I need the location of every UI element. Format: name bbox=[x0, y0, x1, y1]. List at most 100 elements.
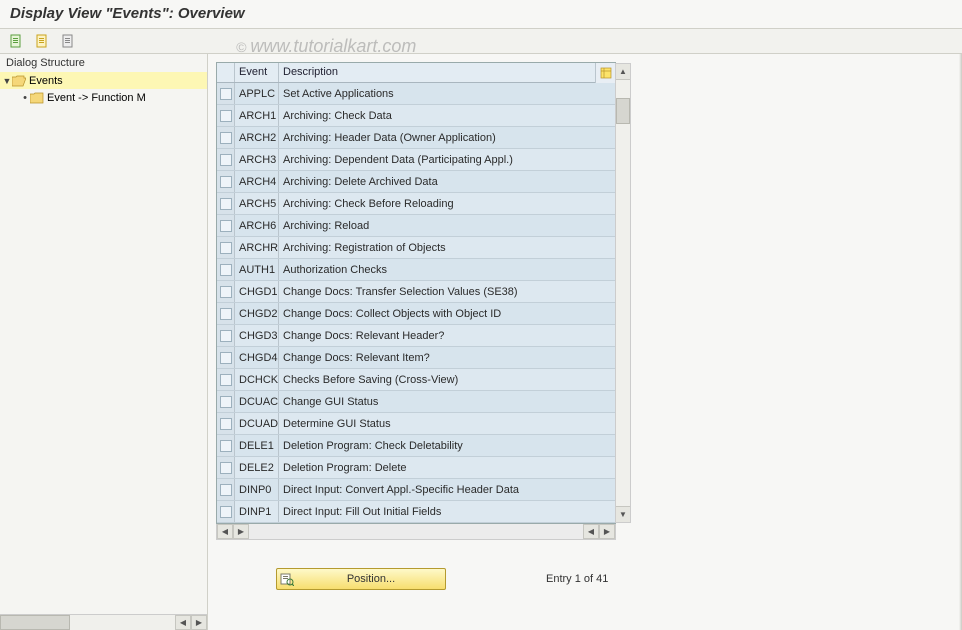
table-row[interactable]: ARCH5Archiving: Check Before Reloading bbox=[217, 193, 615, 215]
cell-event: APPLC bbox=[235, 83, 279, 104]
cell-event: DINP0 bbox=[235, 479, 279, 500]
table-row[interactable]: AUTH1Authorization Checks bbox=[217, 259, 615, 281]
dialog-structure-header: Dialog Structure bbox=[0, 54, 207, 72]
table-row[interactable]: ARCH4Archiving: Delete Archived Data bbox=[217, 171, 615, 193]
cell-event: DCUAD bbox=[235, 413, 279, 434]
table-row[interactable]: CHGD1Change Docs: Transfer Selection Val… bbox=[217, 281, 615, 303]
scroll-left-end-button[interactable]: ◀ bbox=[583, 524, 599, 539]
tree-node-event-function[interactable]: • Event -> Function M bbox=[0, 89, 207, 106]
cell-description: Archiving: Check Before Reloading bbox=[279, 193, 615, 214]
row-selector[interactable] bbox=[217, 127, 235, 148]
table-body: APPLCSet Active ApplicationsARCH1Archivi… bbox=[217, 83, 615, 523]
cell-event: CHGD1 bbox=[235, 281, 279, 302]
entry-counter: Entry 1 of 41 bbox=[546, 573, 608, 585]
scroll-up-button[interactable]: ▲ bbox=[616, 64, 630, 80]
toolbar-button-3[interactable] bbox=[58, 32, 78, 50]
toolbar-button-2[interactable] bbox=[32, 32, 52, 50]
table-header: Event Description bbox=[217, 63, 615, 83]
table-row[interactable]: ARCH6Archiving: Reload bbox=[217, 215, 615, 237]
row-selector[interactable] bbox=[217, 457, 235, 478]
row-selector[interactable] bbox=[217, 303, 235, 324]
caret-down-icon[interactable]: ▼ bbox=[2, 76, 12, 86]
table-row[interactable]: ARCH2Archiving: Header Data (Owner Appli… bbox=[217, 127, 615, 149]
row-selector[interactable] bbox=[217, 215, 235, 236]
table-row[interactable]: DCUACChange GUI Status bbox=[217, 391, 615, 413]
table-row[interactable]: ARCH3Archiving: Dependent Data (Particip… bbox=[217, 149, 615, 171]
scrollbar-thumb[interactable] bbox=[0, 615, 70, 630]
row-selector[interactable] bbox=[217, 171, 235, 192]
table-row[interactable]: CHGD3Change Docs: Relevant Header? bbox=[217, 325, 615, 347]
table-settings-icon bbox=[600, 67, 612, 79]
cell-event: DCHCK bbox=[235, 369, 279, 390]
table-row[interactable]: ARCHRArchiving: Registration of Objects bbox=[217, 237, 615, 259]
cell-event: ARCH5 bbox=[235, 193, 279, 214]
row-selector[interactable] bbox=[217, 479, 235, 500]
row-selector[interactable] bbox=[217, 391, 235, 412]
cell-event: ARCH1 bbox=[235, 105, 279, 126]
scroll-right-button[interactable]: ▶ bbox=[233, 524, 249, 539]
table-row[interactable]: CHGD2Change Docs: Collect Objects with O… bbox=[217, 303, 615, 325]
scroll-down-button[interactable]: ▼ bbox=[616, 506, 630, 522]
column-config-button[interactable] bbox=[595, 63, 615, 83]
row-selector[interactable] bbox=[217, 413, 235, 434]
page-title: Display View "Events": Overview bbox=[0, 0, 962, 28]
scroll-right-end-button[interactable]: ▶ bbox=[599, 524, 615, 539]
row-selector[interactable] bbox=[217, 237, 235, 258]
row-selector[interactable] bbox=[217, 347, 235, 368]
table-row[interactable]: DCHCKChecks Before Saving (Cross-View) bbox=[217, 369, 615, 391]
cell-description: Determine GUI Status bbox=[279, 413, 615, 434]
cell-description: Direct Input: Convert Appl.-Specific Hea… bbox=[279, 479, 615, 500]
row-selector[interactable] bbox=[217, 325, 235, 346]
table-row[interactable]: DINP0Direct Input: Convert Appl.-Specifi… bbox=[217, 479, 615, 501]
cell-event: AUTH1 bbox=[235, 259, 279, 280]
row-selector[interactable] bbox=[217, 369, 235, 390]
row-selector[interactable] bbox=[217, 281, 235, 302]
cell-description: Change GUI Status bbox=[279, 391, 615, 412]
table-row[interactable]: DINP1Direct Input: Fill Out Initial Fiel… bbox=[217, 501, 615, 523]
position-button-label: Position... bbox=[297, 573, 445, 585]
row-selector[interactable] bbox=[217, 435, 235, 456]
scroll-left-button[interactable]: ◀ bbox=[217, 524, 233, 539]
column-header-description[interactable]: Description bbox=[279, 63, 615, 82]
folder-open-icon bbox=[12, 75, 26, 87]
tree-node-events[interactable]: ▼ Events bbox=[0, 72, 207, 89]
table-row[interactable]: DCUADDetermine GUI Status bbox=[217, 413, 615, 435]
table-row[interactable]: ARCH1Archiving: Check Data bbox=[217, 105, 615, 127]
cell-description: Change Docs: Transfer Selection Values (… bbox=[279, 281, 615, 302]
scroll-left-button[interactable]: ◀ bbox=[175, 615, 191, 630]
cell-description: Deletion Program: Delete bbox=[279, 457, 615, 478]
cell-event: CHGD2 bbox=[235, 303, 279, 324]
scrollbar-thumb[interactable] bbox=[616, 98, 630, 124]
folder-icon bbox=[30, 92, 44, 104]
document-green-icon bbox=[9, 34, 23, 48]
toolbar-button-1[interactable] bbox=[6, 32, 26, 50]
document-grey-icon bbox=[61, 34, 75, 48]
cell-event: DELE1 bbox=[235, 435, 279, 456]
row-selector[interactable] bbox=[217, 259, 235, 280]
row-selector[interactable] bbox=[217, 193, 235, 214]
cell-description: Change Docs: Relevant Header? bbox=[279, 325, 615, 346]
cell-event: CHGD4 bbox=[235, 347, 279, 368]
table-row[interactable]: APPLCSet Active Applications bbox=[217, 83, 615, 105]
position-button[interactable]: Position... bbox=[276, 568, 446, 590]
table-row[interactable]: CHGD4Change Docs: Relevant Item? bbox=[217, 347, 615, 369]
row-selector[interactable] bbox=[217, 105, 235, 126]
tree-horizontal-scrollbar[interactable]: ◀ ▶ bbox=[0, 614, 207, 630]
table-row[interactable]: DELE1Deletion Program: Check Deletabilit… bbox=[217, 435, 615, 457]
scroll-right-button[interactable]: ▶ bbox=[191, 615, 207, 630]
select-all-column[interactable] bbox=[217, 63, 235, 82]
table-row[interactable]: DELE2Deletion Program: Delete bbox=[217, 457, 615, 479]
cell-event: ARCH3 bbox=[235, 149, 279, 170]
cell-description: Checks Before Saving (Cross-View) bbox=[279, 369, 615, 390]
cell-description: Archiving: Check Data bbox=[279, 105, 615, 126]
table-horizontal-scrollbar[interactable]: ◀ ▶ ◀ ▶ bbox=[216, 524, 616, 540]
table-vertical-scrollbar[interactable]: ▲ ▼ bbox=[615, 63, 631, 523]
tree-node-label: Event -> Function M bbox=[47, 92, 146, 104]
cell-event: DELE2 bbox=[235, 457, 279, 478]
row-selector[interactable] bbox=[217, 83, 235, 104]
cell-description: Deletion Program: Check Deletability bbox=[279, 435, 615, 456]
column-header-event[interactable]: Event bbox=[235, 63, 279, 82]
position-icon bbox=[277, 572, 297, 586]
row-selector[interactable] bbox=[217, 149, 235, 170]
row-selector[interactable] bbox=[217, 501, 235, 522]
